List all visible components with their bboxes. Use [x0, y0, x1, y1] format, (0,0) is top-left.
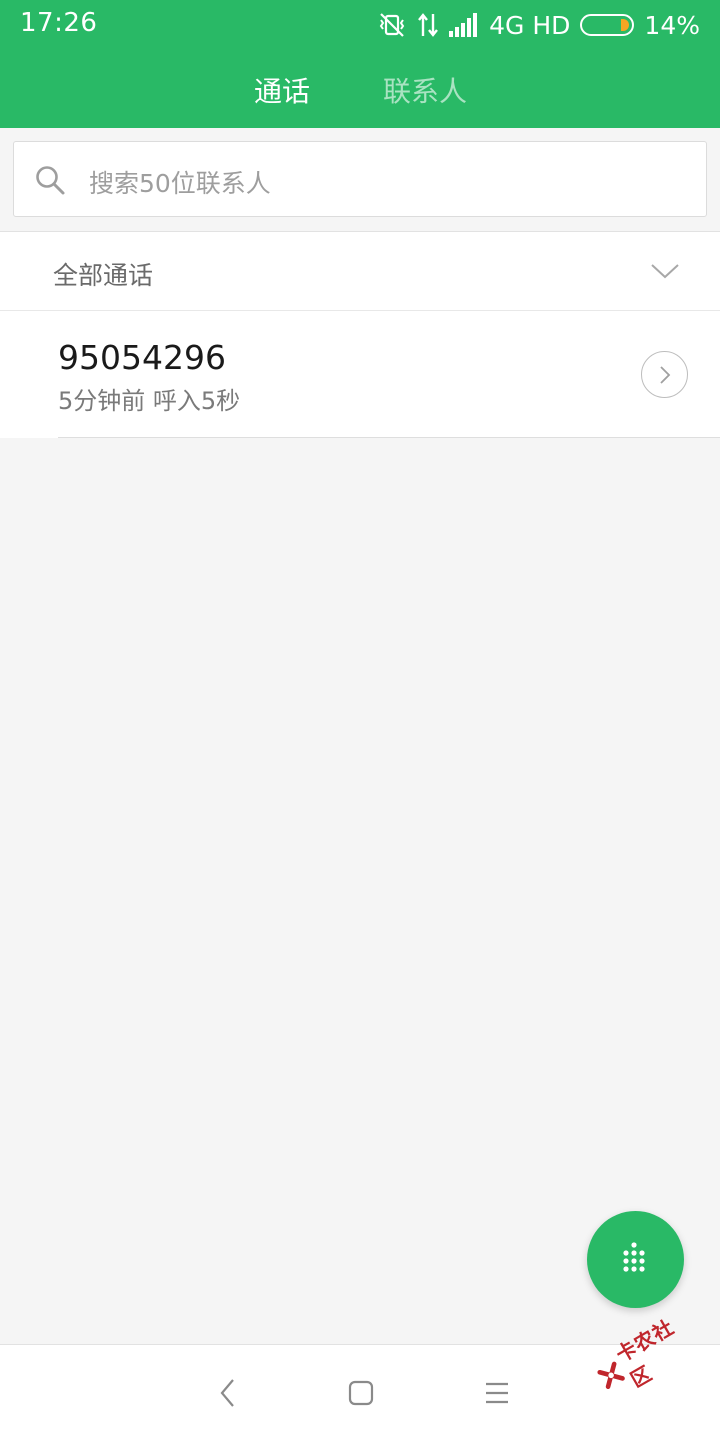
vibrate-off-icon	[377, 11, 407, 39]
call-detail-button[interactable]	[641, 351, 688, 398]
search-input[interactable]: 搜索50位联系人	[13, 141, 707, 217]
filter-label: 全部通话	[53, 261, 154, 290]
divider	[58, 437, 720, 438]
home-icon[interactable]	[343, 1375, 379, 1411]
tab-bar: 通话 联系人	[0, 60, 720, 120]
battery-percent: 14%	[644, 10, 700, 40]
dialpad-button[interactable]	[587, 1211, 684, 1308]
status-time: 17:26	[20, 8, 98, 38]
status-icons: 4G HD 14%	[377, 8, 700, 42]
call-meta: 5分钟前 呼入5秒	[58, 387, 241, 415]
menu-icon[interactable]	[479, 1375, 515, 1411]
data-arrows-icon	[417, 12, 439, 38]
dialpad-icon	[622, 1241, 645, 1272]
call-filter-dropdown[interactable]: 全部通话	[0, 231, 720, 311]
back-icon[interactable]	[210, 1375, 246, 1411]
signal-icon	[449, 13, 479, 37]
call-log-item[interactable]: 95054296 5分钟前 呼入5秒	[0, 311, 720, 438]
search-placeholder: 搜索50位联系人	[89, 169, 271, 198]
status-bar: 17:26 4G HD 14%	[0, 0, 720, 52]
battery-icon	[580, 14, 635, 36]
tab-calls[interactable]: 通话	[254, 70, 310, 110]
call-number: 95054296	[58, 338, 226, 377]
search-icon	[34, 164, 66, 200]
app-header: 17:26 4G HD 14% 通话 联系人	[0, 0, 720, 128]
tab-contacts[interactable]: 联系人	[383, 70, 467, 110]
network-type: 4G HD	[489, 10, 571, 40]
chevron-right-icon	[659, 365, 670, 384]
chevron-down-icon	[650, 262, 680, 284]
